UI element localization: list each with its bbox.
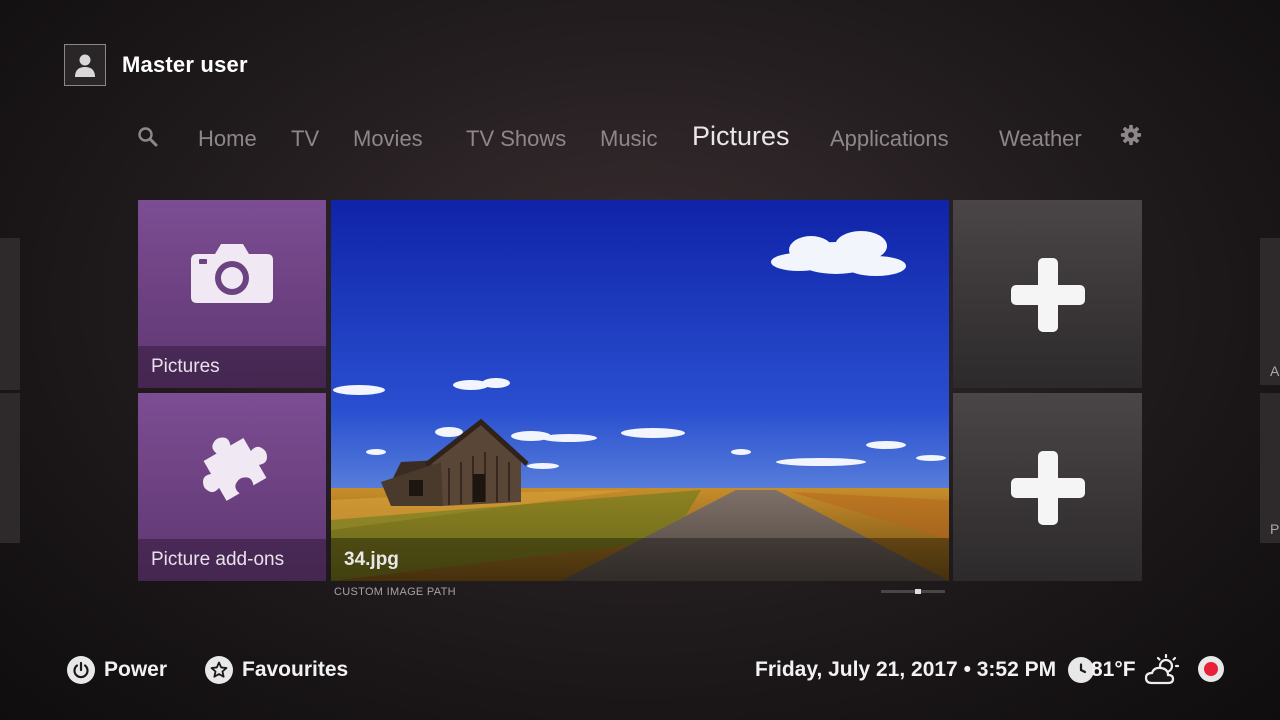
favourites-label: Favourites bbox=[242, 658, 349, 681]
favourites-button[interactable]: Favourites bbox=[205, 650, 348, 690]
nav-pictures[interactable]: Pictures bbox=[692, 121, 790, 152]
puzzle-icon bbox=[203, 437, 267, 501]
nav-tv-shows[interactable]: TV Shows bbox=[466, 126, 566, 152]
gear-icon[interactable] bbox=[1120, 124, 1142, 146]
pictures-tile[interactable]: Pictures bbox=[138, 200, 326, 388]
user-profile[interactable]: Master user bbox=[64, 44, 248, 86]
nav-home[interactable]: Home bbox=[198, 126, 257, 152]
image-filename: 34.jpg bbox=[331, 538, 949, 581]
plus-icon bbox=[1011, 451, 1085, 525]
weather-widget[interactable]: 81°F bbox=[1091, 650, 1182, 690]
date-time: Friday, July 21, 2017 • 3:52 PM bbox=[755, 658, 1057, 681]
nav-applications[interactable]: Applications bbox=[830, 126, 949, 152]
slideshow-progress-knob bbox=[915, 589, 921, 594]
clock: Friday, July 21, 2017 • 3:52 PM bbox=[755, 650, 1095, 690]
left-peek-tile bbox=[0, 238, 20, 390]
add-shortcut-tile[interactable] bbox=[953, 393, 1142, 581]
right-peek-tile: A bbox=[1260, 238, 1280, 385]
right-peek-tile: P bbox=[1260, 393, 1280, 543]
power-icon bbox=[67, 656, 95, 684]
plus-icon bbox=[1011, 258, 1085, 332]
picture-addons-tile-label: Picture add-ons bbox=[138, 539, 326, 581]
partly-cloudy-icon bbox=[1144, 654, 1179, 685]
pictures-tile-label: Pictures bbox=[138, 346, 326, 388]
record-icon bbox=[1204, 662, 1218, 676]
search-icon[interactable] bbox=[137, 126, 159, 148]
user-silhouette-icon bbox=[75, 54, 95, 77]
power-button[interactable]: Power bbox=[67, 650, 167, 690]
picture-preview[interactable]: 34.jpg bbox=[331, 200, 949, 581]
power-label: Power bbox=[104, 658, 168, 681]
camera-icon bbox=[191, 244, 273, 303]
add-shortcut-tile[interactable] bbox=[953, 200, 1142, 388]
slideshow-progress bbox=[881, 589, 945, 594]
star-icon bbox=[205, 656, 233, 684]
nav-music[interactable]: Music bbox=[600, 126, 657, 152]
user-name: Master user bbox=[122, 52, 248, 77]
temperature: 81°F bbox=[1091, 658, 1136, 681]
record-button[interactable] bbox=[1198, 656, 1224, 682]
nav-tv[interactable]: TV bbox=[291, 126, 319, 152]
main-menu: Home TV Movies TV Shows Music Pictures A… bbox=[0, 118, 1280, 158]
left-peek-tile bbox=[0, 393, 20, 543]
landscape-image bbox=[331, 200, 949, 581]
avatar[interactable] bbox=[64, 44, 106, 86]
custom-image-path-label: CUSTOM IMAGE PATH bbox=[334, 586, 456, 598]
nav-movies[interactable]: Movies bbox=[353, 126, 423, 152]
picture-addons-tile[interactable]: Picture add-ons bbox=[138, 393, 326, 581]
nav-weather[interactable]: Weather bbox=[999, 126, 1082, 152]
